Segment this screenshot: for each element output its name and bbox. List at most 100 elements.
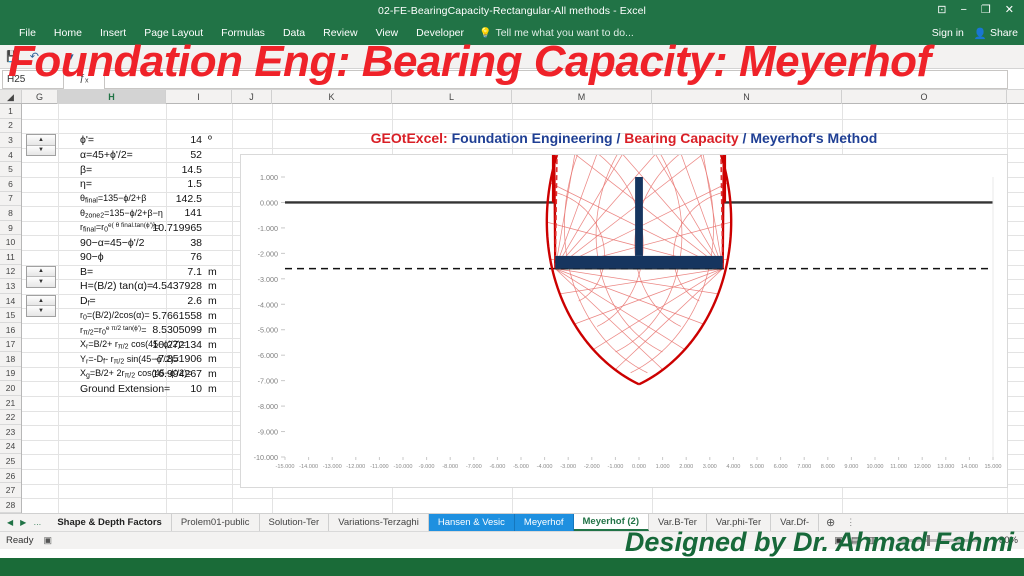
row-header-25[interactable]: 25 [0, 454, 21, 469]
row-header-7[interactable]: 7 [0, 192, 21, 207]
cell-label-H6: η= [80, 178, 92, 191]
column-header-J[interactable]: J [232, 90, 272, 104]
sign-in-link[interactable]: Sign in [932, 27, 964, 39]
column-header-M[interactable]: M [512, 90, 652, 104]
x-tick-label--3.000: -3.000 [560, 464, 576, 470]
row-header-19[interactable]: 19 [0, 367, 21, 382]
column-header-I[interactable]: I [166, 90, 232, 104]
sheet-tab-hansen-vesic[interactable]: Hansen & Vesic [428, 514, 515, 531]
nav-more-icon[interactable]: … [33, 518, 41, 527]
chart-title-part-1: Foundation Engineering [451, 130, 613, 146]
x-tick-label-14.000: 14.000 [961, 464, 978, 470]
y-tick-label--4.000: -4.000 [258, 300, 278, 309]
record-macro-icon[interactable]: ▣ [43, 535, 52, 546]
row-header-28[interactable]: 28 [0, 498, 21, 513]
cell-value-I12[interactable]: 7.1 [134, 266, 202, 278]
cell-label-H5: β= [80, 163, 93, 176]
cell-unit-J3: º [208, 134, 212, 147]
row-header-23[interactable]: 23 [0, 425, 21, 440]
column-header-O[interactable]: O [842, 90, 1007, 104]
cell-value-I6[interactable]: 1.5 [134, 178, 202, 190]
cell-value-I8[interactable]: 141 [134, 207, 202, 219]
cell-value-I18[interactable]: -7.851906 [134, 353, 202, 365]
row-header-21[interactable]: 21 [0, 396, 21, 411]
row-header-4[interactable]: 4 [0, 148, 21, 163]
cell-unit-J18: m [208, 353, 217, 366]
x-tick-label--8.000: -8.000 [442, 464, 458, 470]
row-header-3[interactable]: 3 [0, 133, 21, 148]
sheet-tab-solution-ter[interactable]: Solution-Ter [259, 514, 330, 531]
row-header-14[interactable]: 14 [0, 294, 21, 309]
share-button[interactable]: 👤 Share [974, 27, 1018, 40]
row-header-6[interactable]: 6 [0, 177, 21, 192]
y-tick-label--1.000: -1.000 [258, 224, 278, 233]
nav-last-icon[interactable]: ▶ [20, 518, 26, 527]
row-header-10[interactable]: 10 [0, 235, 21, 250]
column-header-L[interactable]: L [392, 90, 512, 104]
cell-value-I4[interactable]: 52 [134, 149, 202, 161]
x-tick-label-1.000: 1.000 [656, 464, 670, 470]
row-header-26[interactable]: 26 [0, 469, 21, 484]
row-header-24[interactable]: 24 [0, 440, 21, 455]
grid-hline-27 [22, 498, 1024, 500]
row-header-1[interactable]: 1 [0, 104, 21, 119]
sheet-tab-prolem01-public[interactable]: Prolem01-public [171, 514, 260, 531]
cell-unit-J13: m [208, 280, 217, 293]
row-header-16[interactable]: 16 [0, 323, 21, 338]
cell-value-I16[interactable]: 8.5305099 [134, 324, 202, 336]
select-all-corner[interactable]: ◢ [0, 90, 22, 103]
cell-value-I17[interactable]: 10.272134 [134, 339, 202, 351]
zone2-dashed-left [554, 155, 558, 269]
column-header-G[interactable]: G [22, 90, 58, 104]
cell-value-I7[interactable]: 142.5 [134, 193, 202, 205]
x-tick-label--7.000: -7.000 [466, 464, 482, 470]
column-header-N[interactable]: N [652, 90, 842, 104]
cell-value-I13[interactable]: 4.5437928 [134, 280, 202, 292]
row-header-18[interactable]: 18 [0, 352, 21, 367]
sheet-nav-buttons[interactable]: ◀ ▶ … [0, 514, 48, 531]
person-share-icon: 👤 [973, 27, 987, 40]
sheet-tab-variations-terzaghi[interactable]: Variations-Terzaghi [329, 514, 429, 531]
row-header-12[interactable]: 12 [0, 265, 21, 280]
x-tick-label--15.000: -15.000 [276, 464, 295, 470]
cell-value-I14[interactable]: 2.6 [134, 295, 202, 307]
cell-value-I15[interactable]: 5.7661558 [134, 310, 202, 322]
x-tick-label--5.000: -5.000 [513, 464, 529, 470]
y-tick-label--8.000: -8.000 [258, 402, 278, 411]
row-header-9[interactable]: 9 [0, 221, 21, 236]
sheet-tab-meyerhof[interactable]: Meyerhof [514, 514, 574, 531]
spiral-arc-left-1 [596, 155, 644, 327]
row-header-20[interactable]: 20 [0, 381, 21, 396]
cell-value-I3[interactable]: 14 [134, 134, 202, 146]
sheet-tab-shape-depth-factors[interactable]: Shape & Depth Factors [48, 514, 172, 531]
cell-value-I9[interactable]: 10.719965 [134, 222, 202, 234]
row-header-22[interactable]: 22 [0, 410, 21, 426]
restore-icon[interactable]: ❐ [981, 5, 991, 16]
x-tick-label--6.000: -6.000 [489, 464, 505, 470]
ribbon-display-options-icon[interactable]: ⊡ [937, 5, 946, 16]
column-header-K[interactable]: K [272, 90, 392, 104]
row-header-17[interactable]: 17 [0, 338, 21, 353]
cell-value-I5[interactable]: 14.5 [134, 164, 202, 176]
cell-value-I11[interactable]: 76 [134, 251, 202, 263]
row-header-5[interactable]: 5 [0, 162, 21, 177]
cell-value-I19[interactable]: 16.994267 [134, 368, 202, 380]
row-header-15[interactable]: 15 [0, 308, 21, 323]
spiral-arc-right-1 [634, 155, 682, 327]
close-icon[interactable]: ✕ [1005, 5, 1014, 16]
minimize-icon[interactable]: − [960, 5, 966, 16]
row-header-2[interactable]: 2 [0, 119, 21, 134]
footing-column-stem [635, 177, 643, 256]
row-header-27[interactable]: 27 [0, 483, 21, 499]
cell-value-I10[interactable]: 38 [134, 237, 202, 249]
chart-object[interactable]: GEOtExcel: Foundation Engineering / Bear… [240, 130, 1008, 488]
chart-title-part-0: GEOtExcel: [370, 130, 448, 146]
row-header-8[interactable]: 8 [0, 206, 21, 221]
row-header-13[interactable]: 13 [0, 279, 21, 294]
nav-first-icon[interactable]: ◀ [7, 518, 13, 527]
y-tick-label--7.000: -7.000 [258, 377, 278, 386]
cell-value-I20[interactable]: 10 [134, 383, 202, 395]
row-header-11[interactable]: 11 [0, 250, 21, 265]
worksheet-grid[interactable]: 1 2 3 4 5 6 7 8 9 10 11 12 13 14 15 16 17 18 19 20 21 22 23 24 2… [0, 104, 1024, 513]
column-header-H[interactable]: H [58, 90, 166, 104]
